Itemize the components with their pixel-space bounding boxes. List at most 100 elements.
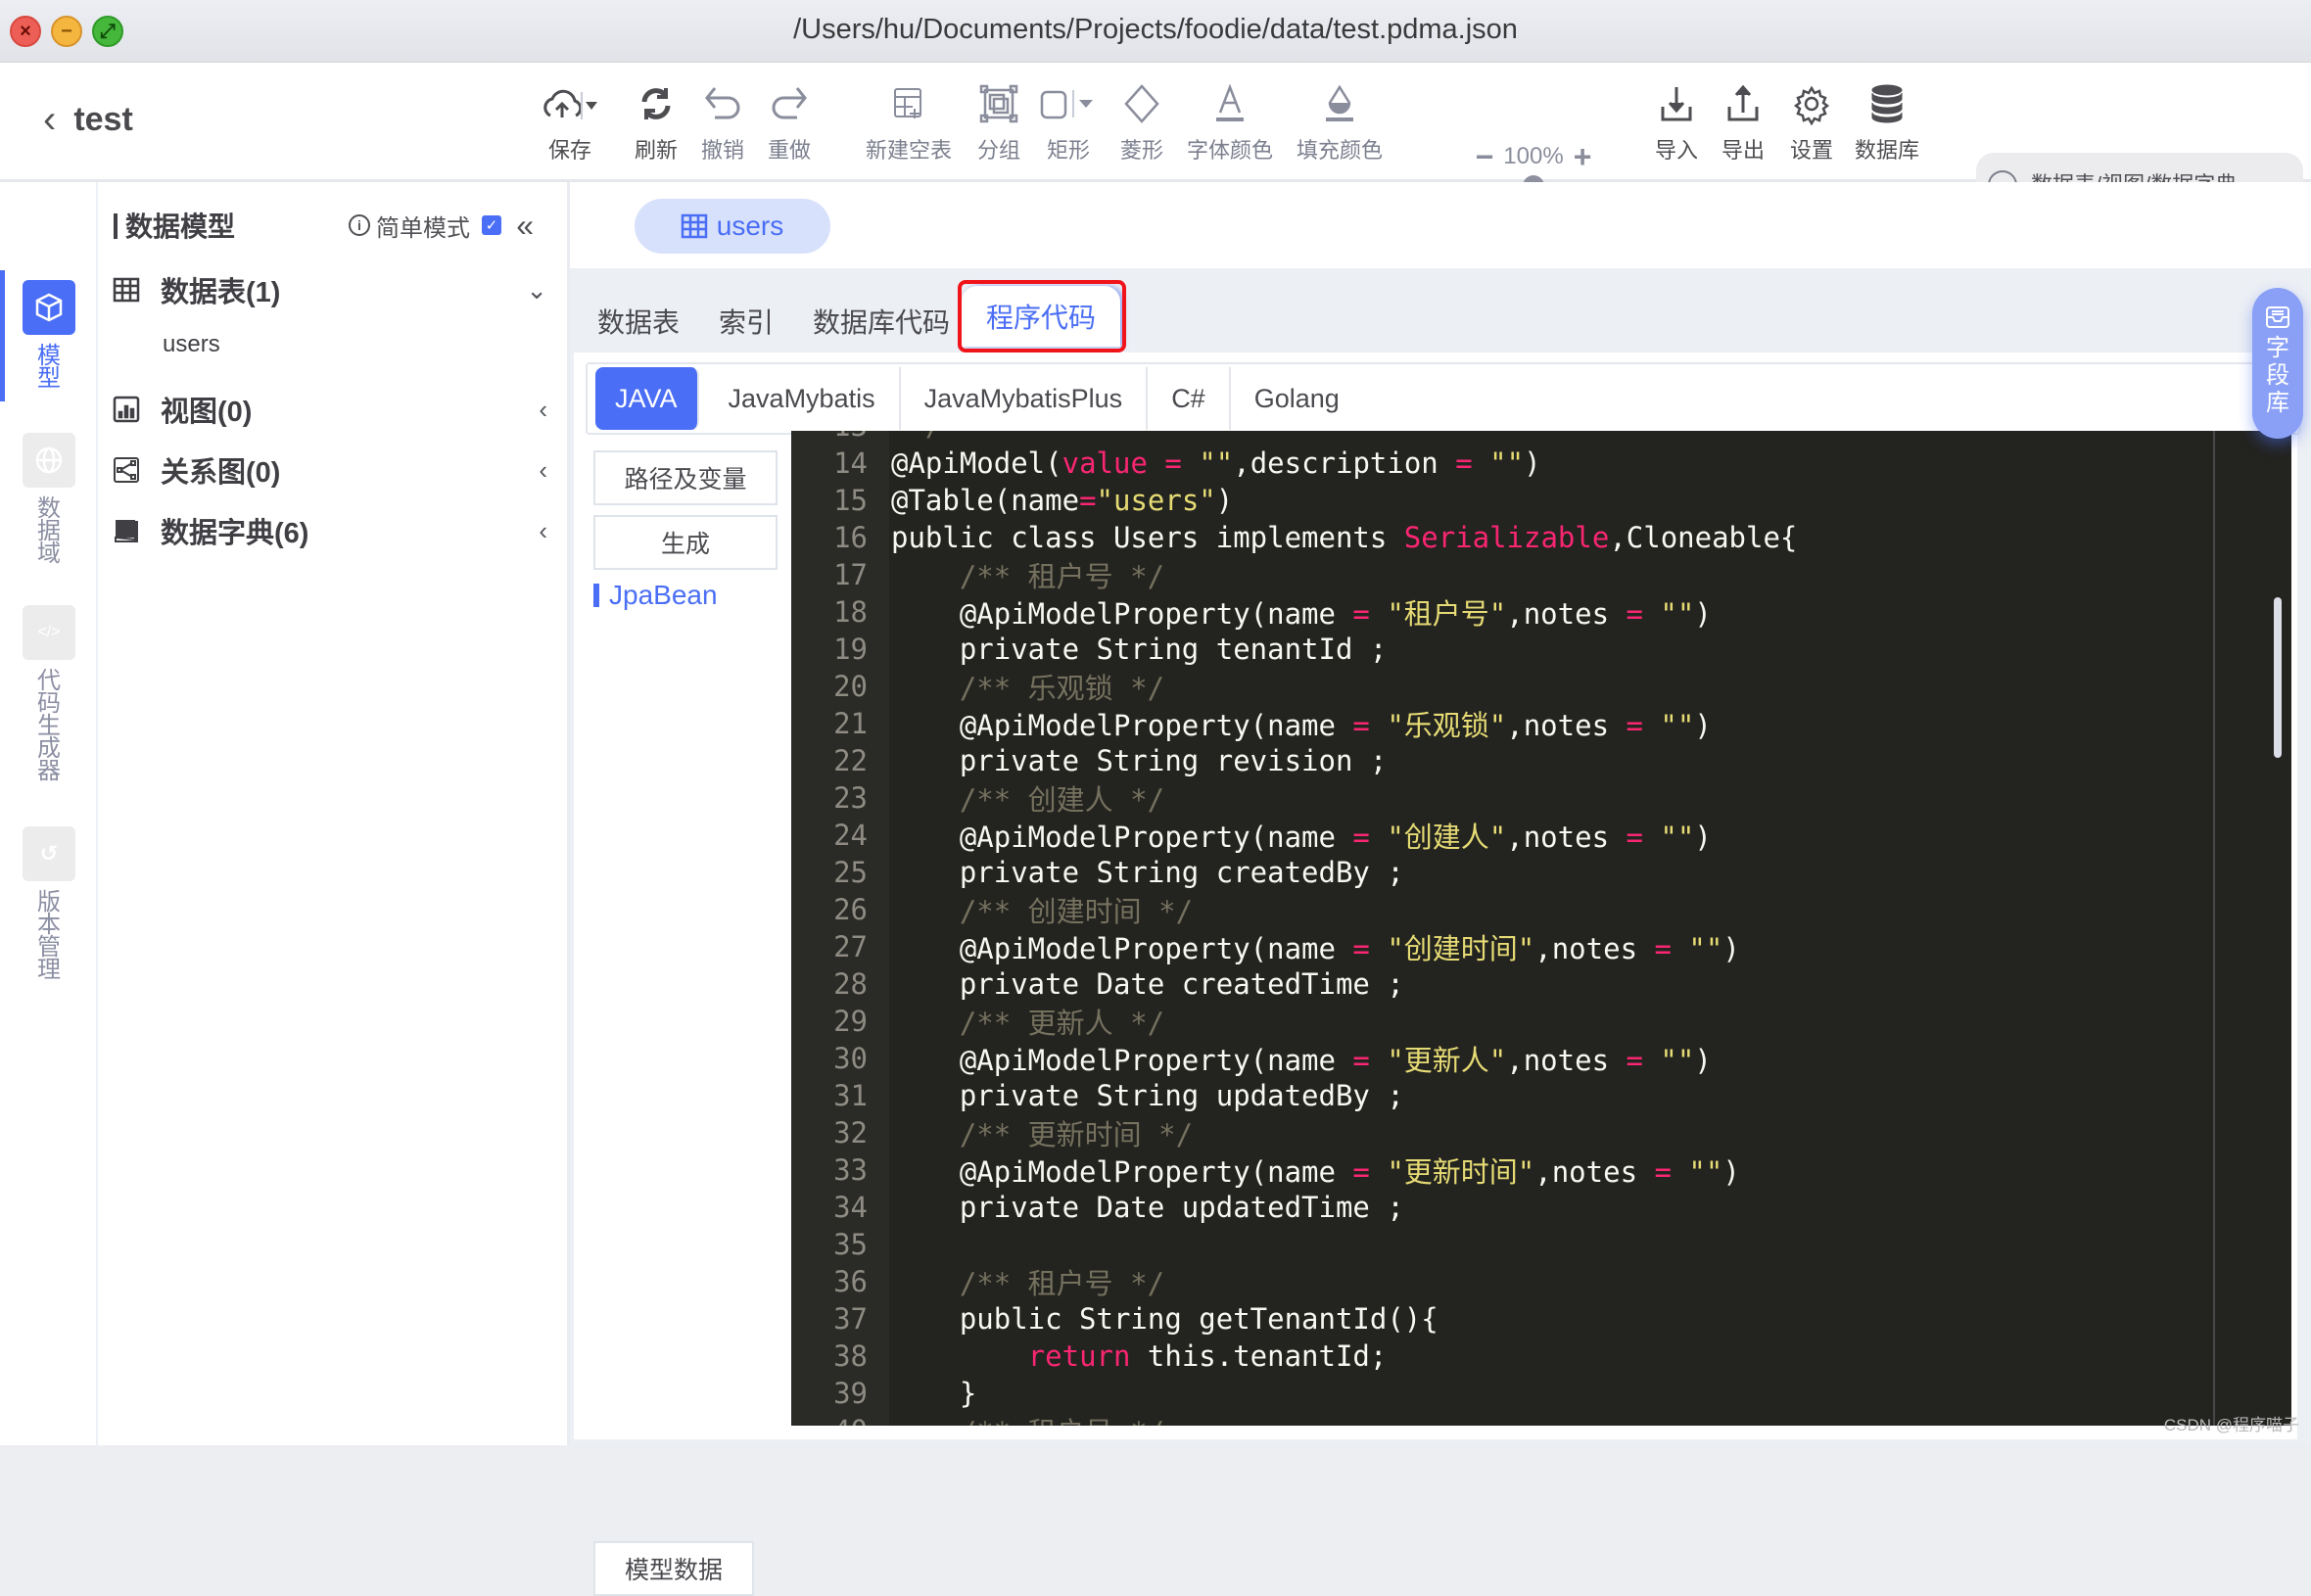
rail-item-model[interactable]: 模型 [0,280,98,391]
code-line: 35 [791,1226,1797,1263]
code-side-panel: 路径及变量 生成 JpaBean [593,450,778,611]
code-text: public class Users implements Serializab… [891,521,1798,554]
open-tabs-bar: users [570,182,2311,268]
lang-tab-javamybatis[interactable]: JavaMybatis [705,367,901,430]
open-tab-users[interactable]: users [635,199,830,254]
inbox-icon [2266,306,2289,328]
lang-tab-java[interactable]: JAVA [595,367,699,430]
line-number: 31 [833,1079,868,1112]
editor-scrollbar[interactable] [2274,597,2282,758]
line-number: 39 [833,1377,868,1410]
line-number: 37 [833,1302,868,1336]
code-line: 38 return this.tenantId; [791,1338,1797,1375]
new-table-button[interactable]: 新建空表 [866,80,952,164]
tree-group-relations[interactable]: 关系图(0) ‹ [112,448,553,492]
redo-button[interactable]: 重做 [768,80,811,164]
code-line: 30 @ApiModelProperty(name = "更新人",notes … [791,1040,1797,1077]
code-text: */ [877,431,942,443]
code-text: /** 更新人 */ [891,1007,1165,1040]
model-tree-panel: 数据模型 i 简单模式 ✓ « 数据表(1) ⌄ users 视图(0) ‹ 关… [98,182,570,1445]
code-line: 39 } [791,1375,1797,1412]
tree-group-tables[interactable]: 数据表(1) ⌄ [112,268,553,311]
group-button[interactable]: 分组 [977,80,1020,164]
code-line: 23 /** 创建人 */ [791,779,1797,817]
code-line: 31 private String updatedBy ; [791,1077,1797,1114]
tree-group-views[interactable]: 视图(0) ‹ [112,388,553,431]
tree-item-users[interactable]: users [163,331,220,358]
zoom-in-button[interactable]: + [1574,141,1592,172]
fill-color-icon [1324,80,1355,127]
table-icon [681,213,708,239]
lang-tab-csharp[interactable]: C# [1148,367,1231,430]
export-button[interactable]: 导出 [1721,80,1765,164]
collapse-panel-icon[interactable]: « [516,208,534,244]
line-number: 16 [833,521,868,554]
simple-mode-toggle[interactable]: i 简单模式 ✓ [349,209,501,243]
line-number: 35 [833,1228,868,1261]
simple-mode-checkbox[interactable]: ✓ [482,215,501,235]
relation-icon [112,455,141,485]
database-icon [1870,80,1904,127]
line-number: 33 [833,1153,868,1187]
table-icon [112,275,141,305]
code-line: 27 @ApiModelProperty(name = "创建时间",notes… [791,928,1797,965]
line-number: 19 [833,633,868,666]
rect-button[interactable]: 矩形 [1040,80,1097,164]
code-text: @ApiModelProperty(name = "租户号",notes = "… [891,597,1712,631]
tree-group-dictionary[interactable]: 数据字典(6) ‹ [112,509,553,552]
model-data-button[interactable]: 模型数据 [593,1541,754,1596]
path-vars-button[interactable]: 路径及变量 [593,450,778,505]
field-library-button[interactable]: 字段库 [2252,288,2303,439]
rail-item-code-generator[interactable]: </> 代码生成器 [0,605,98,783]
export-icon [1726,80,1760,127]
code-editor[interactable]: 13 */14@ApiModel(value = "",description … [791,431,2291,1426]
window-title: /Users/hu/Documents/Projects/foodie/data… [793,14,1518,45]
code-text: /** 创建时间 */ [891,895,1194,928]
code-line: 21 @ApiModelProperty(name = "乐观锁",notes … [791,705,1797,742]
subtab-db-code[interactable]: 数据库代码 [813,302,950,341]
language-tabs: JAVA JavaMybatis JavaMybatisPlus C# Gola… [586,362,2301,435]
code-text: /** 创建人 */ [891,783,1165,817]
code-line: 25 private String createdBy ; [791,854,1797,891]
settings-button[interactable]: 设置 [1790,80,1833,164]
font-color-button[interactable]: 字体颜色 [1187,80,1273,164]
code-line: 37 public String getTenantId(){ [791,1300,1797,1338]
code-text: /** 乐观锁 */ [891,672,1165,705]
print-margin [2213,431,2215,1426]
line-number: 20 [833,670,868,703]
subtab-table[interactable]: 数据表 [597,302,680,341]
line-number: 29 [833,1005,868,1038]
rail-item-data-domain[interactable]: 数据域 [0,433,98,566]
template-jpabean[interactable]: JpaBean [593,580,778,611]
line-number: 25 [833,856,868,889]
import-button[interactable]: 导入 [1655,80,1698,164]
back-button[interactable]: ‹ test [43,100,133,139]
subtab-program-code[interactable]: 程序代码 [962,286,1120,347]
database-button[interactable]: 数据库 [1855,80,1919,164]
undo-button[interactable]: 撤销 [701,80,744,164]
generate-button[interactable]: 生成 [593,515,778,570]
line-number: 34 [833,1191,868,1224]
diamond-button[interactable]: 菱形 [1120,80,1163,164]
code-line: 15 @Table(name="users") [791,482,1797,519]
chevron-left-icon: ‹ [43,98,57,141]
rail-item-version[interactable]: ↺ 版本管理 [0,826,98,982]
code-line: 40 /** 租户号 */ [791,1412,1797,1426]
subtab-index[interactable]: 索引 [719,302,774,341]
code-line: 33 @ApiModelProperty(name = "更新时间",notes… [791,1151,1797,1189]
redo-icon [770,80,809,127]
group-icon [979,80,1018,127]
zoom-out-button[interactable]: − [1476,141,1494,172]
code-text: public String getTenantId(){ [891,1302,1438,1336]
code-text: @ApiModelProperty(name = "乐观锁",notes = "… [891,709,1712,742]
lang-tab-javamybatisplus[interactable]: JavaMybatisPlus [901,367,1149,430]
lang-tab-golang[interactable]: Golang [1231,367,1363,430]
code-line: 28 private Date createdTime ; [791,965,1797,1003]
rectangle-icon [1040,80,1097,127]
fill-color-button[interactable]: 填充颜色 [1297,80,1383,164]
code-line: 34 private Date updatedTime ; [791,1189,1797,1226]
refresh-button[interactable]: 刷新 [635,80,678,164]
save-button[interactable]: 保存 [541,80,599,164]
code-text: private String updatedBy ; [891,1079,1404,1112]
history-icon: ↺ [23,826,75,881]
